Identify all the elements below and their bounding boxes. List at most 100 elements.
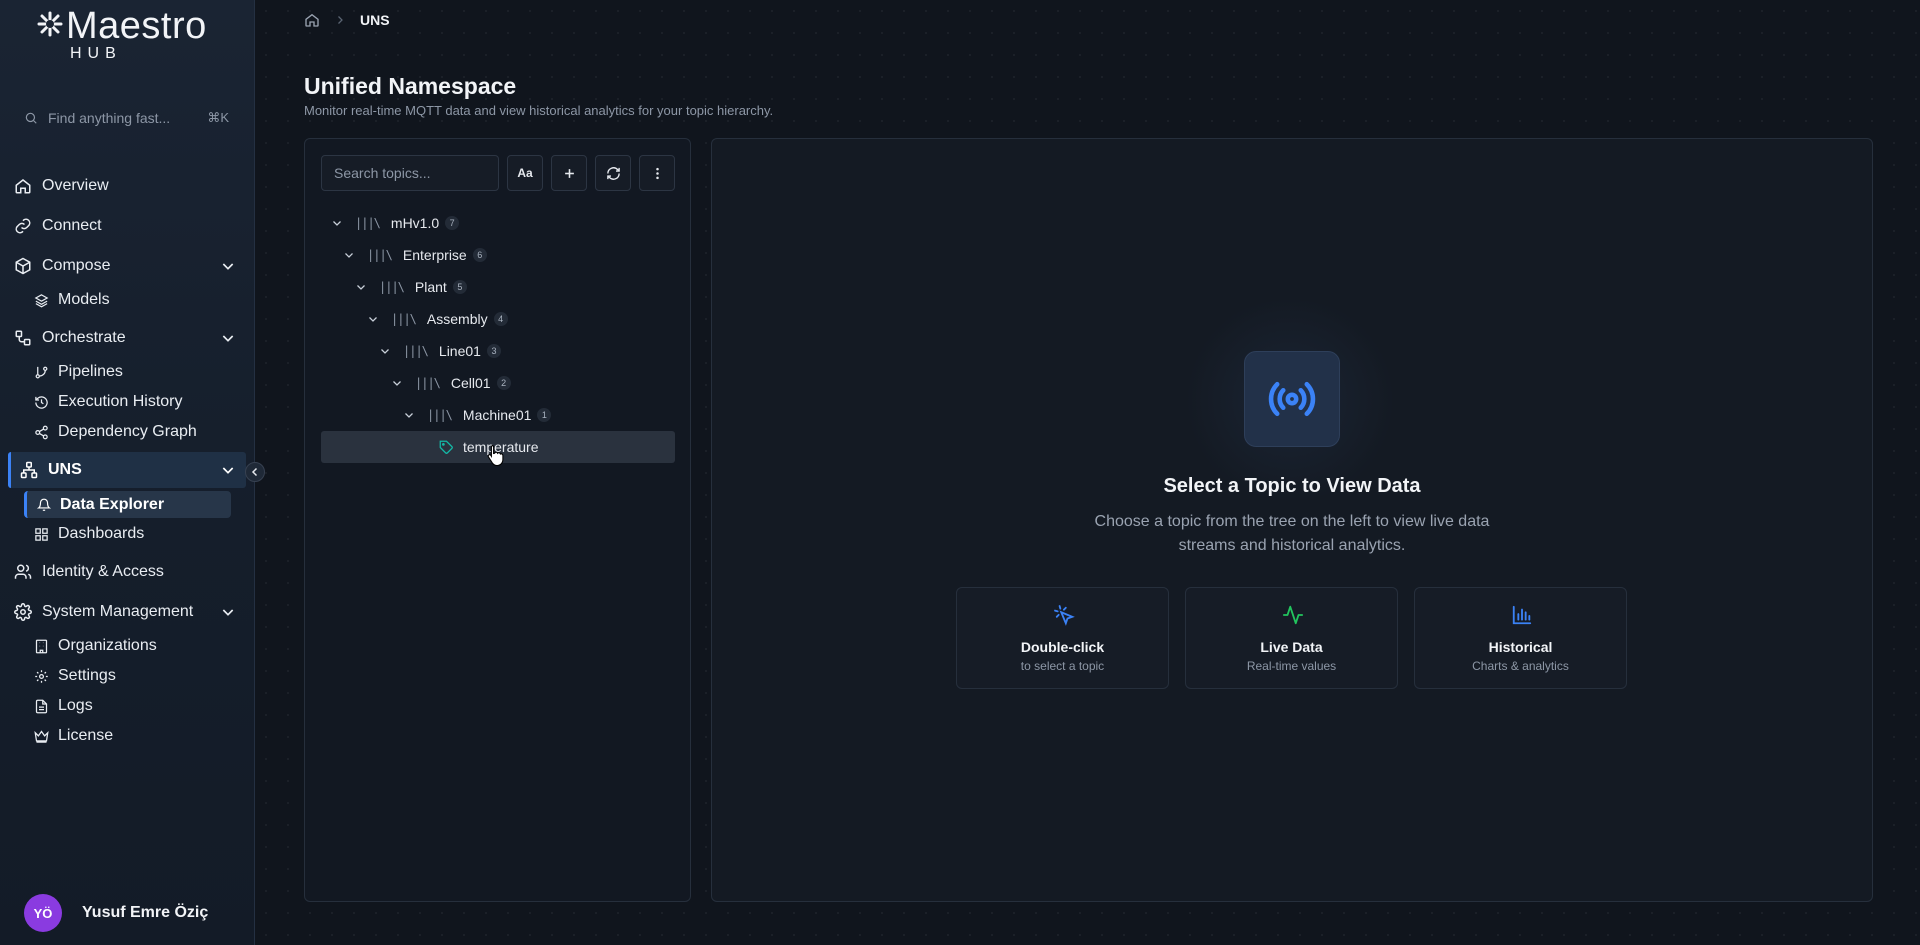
gear-icon (14, 603, 32, 621)
nav-dashboards-label: Dashboards (58, 525, 145, 542)
namespace-icon: |||\ (427, 408, 453, 422)
page-title: Unified Namespace (304, 73, 517, 99)
chevron-down-icon[interactable] (403, 409, 415, 421)
nav-system-management[interactable]: System Management (14, 596, 246, 628)
nav-models-label: Models (58, 291, 110, 308)
topic-tree-panel: Aa |||\ mHv1.0 7 |||\ Enterprise 6 |||\ … (304, 138, 691, 902)
logo-text: Maestro (66, 5, 207, 47)
user-profile[interactable]: YÖ Yusuf Emre Öziç (24, 894, 208, 932)
chevron-down-icon[interactable] (220, 330, 236, 346)
tag-icon (439, 440, 453, 454)
nav-organizations[interactable]: Organizations (34, 633, 157, 659)
empty-state-description: Choose a topic from the tree on the left… (1094, 513, 1490, 554)
empty-state-title: Select a Topic to View Data (1163, 475, 1421, 497)
package-icon (15, 257, 31, 275)
namespace-icon: |||\ (367, 248, 393, 262)
nav-settings[interactable]: Settings (34, 663, 116, 689)
layers-icon (34, 293, 49, 307)
search-icon (25, 112, 37, 124)
tree-node-label: Plant (414, 279, 447, 295)
chevron-down-icon[interactable] (391, 377, 403, 389)
tree-node-count: 3 (486, 344, 501, 358)
hint-card-live-data: Live Data Real-time values (1185, 587, 1398, 689)
radio-signal-icon (1268, 381, 1316, 417)
more-vertical-icon (655, 167, 659, 179)
chevron-down-icon[interactable] (331, 217, 343, 229)
chevron-down-icon[interactable] (220, 604, 236, 620)
chevron-right-icon (338, 16, 343, 24)
file-text-icon (35, 699, 48, 713)
logo-subtext: HUB (70, 45, 122, 62)
bar-chart-icon (1512, 605, 1532, 625)
pointer-click-icon (1054, 605, 1075, 626)
global-search[interactable]: Find anything fast... ⌘K (24, 104, 229, 132)
tree-node-count: 4 (493, 312, 508, 326)
chevron-down-icon[interactable] (343, 249, 355, 261)
hint-card-title: Historical (1488, 639, 1553, 655)
tree-node[interactable]: |||\ Machine01 1 (403, 401, 552, 429)
add-topic-button[interactable] (551, 155, 587, 191)
crown-icon (34, 729, 49, 743)
nav-overview[interactable]: Overview (14, 170, 246, 202)
nav-connect[interactable]: Connect (14, 210, 246, 242)
nav-execution-history[interactable]: Execution History (34, 389, 183, 415)
tree-node-count: 5 (452, 280, 467, 294)
chevron-down-icon[interactable] (355, 281, 367, 293)
topic-search-input[interactable] (321, 155, 499, 191)
share-icon (35, 425, 48, 439)
tree-node[interactable]: |||\ Assembly 4 (367, 305, 508, 333)
nav-orchestrate-label: Orchestrate (42, 329, 126, 346)
nav-models[interactable]: Models (34, 287, 110, 313)
chevron-down-icon[interactable] (220, 258, 236, 274)
nav-data-explorer-label: Data Explorer (60, 495, 165, 513)
home-icon[interactable] (304, 12, 320, 28)
tree-node-label: Assembly (426, 311, 488, 327)
bell-icon (37, 498, 51, 511)
nav-compose[interactable]: Compose (14, 250, 246, 282)
home-icon (15, 179, 31, 194)
search-shortcut: ⌘K (207, 110, 229, 125)
nav-compose-label: Compose (42, 257, 111, 274)
refresh-button[interactable] (595, 155, 631, 191)
chevron-down-icon[interactable] (367, 313, 379, 325)
nav-dependency-graph[interactable]: Dependency Graph (34, 419, 197, 445)
nav-pipelines-label: Pipelines (58, 363, 123, 380)
sidebar-collapse-button[interactable] (245, 462, 265, 482)
tree-node-label: Cell01 (450, 375, 491, 391)
hint-card-title: Live Data (1260, 639, 1323, 655)
settings-icon (35, 669, 48, 683)
page-subtitle: Monitor real-time MQTT data and view his… (304, 103, 774, 118)
hint-card-subtitle: Charts & analytics (1472, 659, 1569, 673)
case-sensitive-button[interactable]: Aa (507, 155, 543, 191)
chevron-down-icon[interactable] (379, 345, 391, 357)
tree-node[interactable]: |||\ mHv1.0 7 (331, 209, 460, 237)
nav-dashboards[interactable]: Dashboards (34, 521, 144, 547)
link-icon (15, 218, 31, 234)
nav-logs[interactable]: Logs (34, 693, 93, 719)
nav-uns-label: UNS (48, 461, 82, 478)
sidebar: Maestro HUB Find anything fast... ⌘K Ove… (0, 0, 255, 945)
nav-system-management-label: System Management (42, 603, 194, 620)
nav-connect-label: Connect (42, 217, 102, 234)
avatar: YÖ (24, 894, 62, 932)
nav-license[interactable]: License (34, 723, 113, 749)
logo-mark-icon (37, 11, 63, 37)
nav-dependency-graph-label: Dependency Graph (58, 423, 197, 440)
nav-settings-label: Settings (58, 667, 116, 684)
nav-pipelines[interactable]: Pipelines (34, 359, 123, 385)
users-icon (14, 564, 32, 579)
logo[interactable]: Maestro HUB (36, 5, 226, 64)
breadcrumb-current: UNS (360, 12, 390, 28)
nav-uns[interactable]: UNS (8, 452, 246, 488)
tree-node-count: 2 (496, 376, 511, 390)
nav-data-explorer[interactable]: Data Explorer (24, 491, 231, 518)
tree-node[interactable]: |||\ Plant 5 (355, 273, 467, 301)
more-options-button[interactable] (639, 155, 675, 191)
tree-node-label: mHv1.0 (390, 215, 440, 231)
nav-orchestrate[interactable]: Orchestrate (14, 322, 246, 354)
tree-node[interactable]: |||\ Cell01 2 (391, 369, 511, 397)
nav-identity-access[interactable]: Identity & Access (14, 556, 246, 588)
tree-node[interactable]: |||\ Enterprise 6 (343, 241, 487, 269)
chevron-down-icon[interactable] (220, 462, 236, 478)
tree-node[interactable]: |||\ Line01 3 (379, 337, 501, 365)
